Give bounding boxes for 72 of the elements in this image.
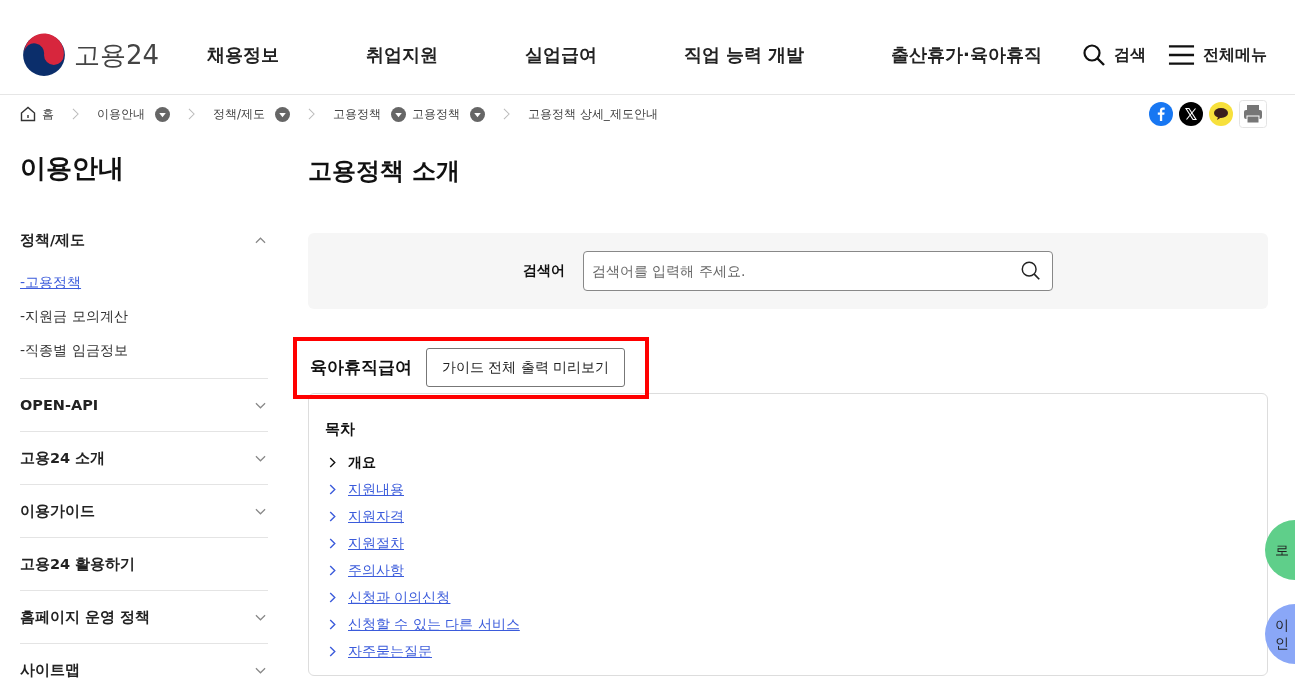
toc-title: 목차 bbox=[325, 420, 356, 439]
speech-bubble-icon[interactable] bbox=[1209, 102, 1233, 126]
section-title: 육아휴직급여 bbox=[310, 356, 412, 379]
toc-link[interactable]: 주의사항 bbox=[348, 561, 404, 580]
sidebar-item[interactable]: 고용24 활용하기 bbox=[20, 554, 136, 574]
chevron-icon bbox=[329, 592, 336, 603]
menu-icon bbox=[1168, 44, 1195, 66]
printer-icon[interactable] bbox=[1239, 100, 1267, 128]
chevron-down-icon[interactable] bbox=[255, 507, 266, 515]
nav-link[interactable]: 취업지원 bbox=[365, 43, 438, 67]
chevron-up-icon[interactable] bbox=[255, 236, 266, 244]
search-field[interactable]: 검색어를 입력해 주세요. bbox=[583, 251, 1053, 291]
breadcrumb-current: 고용정책 상세_제도안내 bbox=[528, 105, 658, 123]
toc-link[interactable]: 신청할 수 있는 다른 서비스 bbox=[348, 615, 520, 634]
dropdown-icon[interactable] bbox=[275, 106, 291, 122]
dropdown-icon[interactable] bbox=[155, 106, 170, 122]
chevron-icon bbox=[329, 511, 336, 522]
nav-link[interactable]: 실업급여 bbox=[524, 43, 597, 67]
breadcrumb-link[interactable]: 고용정책 bbox=[333, 105, 382, 123]
search-button[interactable]: 검색 bbox=[1082, 43, 1146, 67]
chevron-icon bbox=[329, 619, 336, 630]
sidebar-item[interactable]: OPEN-API bbox=[20, 397, 99, 413]
floating-button[interactable]: 로 bbox=[1265, 520, 1295, 580]
dropdown-icon[interactable] bbox=[470, 106, 486, 122]
chevron-icon bbox=[329, 457, 336, 468]
breadcrumb-link[interactable]: 정책/제도 bbox=[213, 105, 266, 123]
chevron-down-icon[interactable] bbox=[255, 613, 266, 621]
sidebar-title: 이용안내 bbox=[20, 152, 125, 185]
facebook-icon[interactable] bbox=[1149, 102, 1173, 126]
page-title: 고용정책 소개 bbox=[308, 156, 462, 187]
breadcrumb-link[interactable]: 고용정책 bbox=[412, 105, 461, 123]
search-label: 검색어 bbox=[523, 262, 565, 280]
toc-link[interactable]: 개요 bbox=[348, 453, 376, 472]
sidebar-item[interactable]: 고용24 소개 bbox=[20, 448, 106, 468]
sidebar-item[interactable]: 사이트맵 bbox=[20, 660, 80, 680]
chevron-down-icon[interactable] bbox=[255, 454, 266, 462]
nav-link[interactable]: 직업 능력 개발 bbox=[683, 43, 805, 67]
submenu-link[interactable]: -직종별 임금정보 bbox=[20, 342, 268, 360]
chevron-icon bbox=[329, 538, 336, 549]
toc-link[interactable]: 신청과 이의신청 bbox=[348, 588, 451, 607]
emblem-icon[interactable] bbox=[22, 33, 66, 77]
x-logo-icon[interactable] bbox=[1179, 102, 1203, 126]
toc-link[interactable]: 지원내용 bbox=[348, 480, 404, 499]
breadcrumb-link[interactable]: 홈 bbox=[42, 105, 54, 123]
breadcrumb-link[interactable]: 이용안내 bbox=[97, 105, 145, 123]
chevron-icon bbox=[72, 108, 79, 120]
chevron-icon bbox=[308, 108, 316, 120]
search-icon bbox=[1082, 43, 1106, 67]
nav-link[interactable]: 채용정보 bbox=[207, 43, 279, 67]
logo-text[interactable]: 고용24 bbox=[74, 37, 160, 73]
chevron-down-icon[interactable] bbox=[255, 666, 266, 674]
menu-button[interactable]: 전체메뉴 bbox=[1168, 43, 1267, 67]
chevron-down-icon[interactable] bbox=[255, 401, 266, 409]
submenu-link[interactable]: -지원금 모의계산 bbox=[20, 308, 268, 326]
toc-link[interactable]: 지원자격 bbox=[348, 507, 404, 526]
nav-link[interactable]: 출산휴가·육아휴직 bbox=[891, 43, 1042, 67]
search-icon[interactable] bbox=[1020, 260, 1042, 282]
toc-link[interactable]: 자주묻는질문 bbox=[348, 642, 432, 661]
chevron-icon bbox=[188, 108, 195, 120]
sidebar-item[interactable]: 이용가이드 bbox=[20, 501, 95, 521]
chevron-icon bbox=[329, 484, 336, 495]
dropdown-icon[interactable] bbox=[391, 106, 407, 122]
print-preview-button[interactable]: 가이드 전체 출력 미리보기 bbox=[426, 348, 625, 387]
home-icon[interactable] bbox=[20, 106, 36, 122]
floating-button[interactable]: 이 인 bbox=[1265, 604, 1295, 664]
chevron-icon bbox=[329, 646, 336, 657]
sidebar-item[interactable]: 홈페이지 운영 정책 bbox=[20, 607, 151, 627]
sidebar-item[interactable]: 정책/제도 bbox=[20, 230, 86, 250]
toc-link[interactable]: 지원절차 bbox=[348, 534, 404, 553]
chevron-icon bbox=[503, 108, 511, 120]
chevron-icon bbox=[329, 565, 336, 576]
submenu-link[interactable]: -고용정책 bbox=[20, 274, 268, 292]
